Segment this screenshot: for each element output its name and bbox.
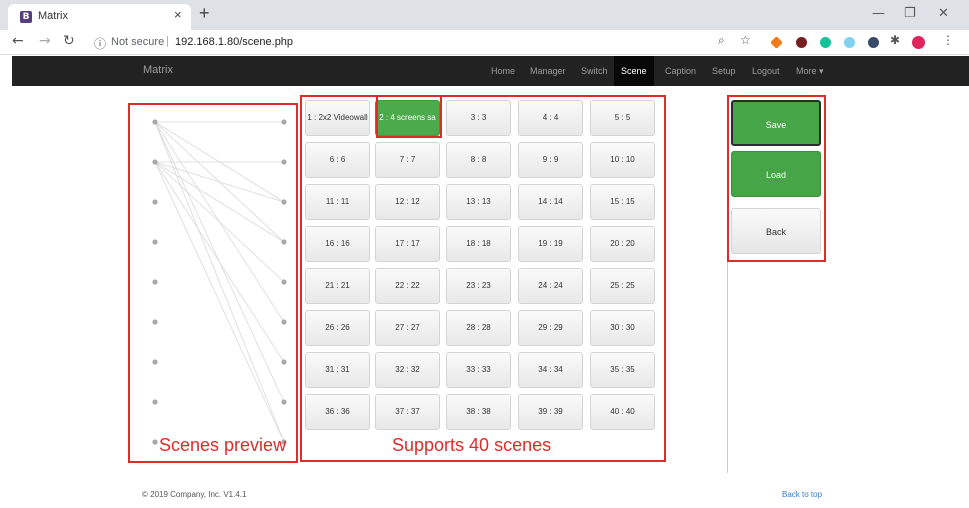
scene-button-27[interactable]: 27 : 27 — [375, 310, 440, 346]
bookmark-star-icon[interactable]: ☆ — [740, 33, 751, 47]
preview-annotation-label: Scenes preview — [159, 435, 287, 455]
scene-button-21[interactable]: 21 : 21 — [305, 268, 370, 304]
tab-title: Matrix — [38, 10, 68, 22]
window-close-icon[interactable]: ✕ — [938, 6, 949, 21]
extension-red-icon[interactable] — [912, 36, 925, 49]
url-field[interactable]: 192.168.1.80/scene.php — [175, 36, 293, 48]
new-tab-icon[interactable]: + — [199, 3, 210, 24]
nav-switch[interactable]: Switch — [574, 56, 615, 86]
scene-button-16[interactable]: 16 : 16 — [305, 226, 370, 262]
bootstrap-favicon-icon: B — [20, 11, 32, 23]
scene-button-26[interactable]: 26 : 26 — [305, 310, 370, 346]
scene-button-23[interactable]: 23 : 23 — [446, 268, 511, 304]
nav-setup[interactable]: Setup — [705, 56, 743, 86]
scene-button-10[interactable]: 10 : 10 — [590, 142, 655, 178]
app-navbar: Matrix Home Manager Switch Scene Caption… — [12, 56, 969, 86]
extension-snowflake-icon[interactable] — [844, 37, 855, 48]
scene-button-11[interactable]: 11 : 11 — [305, 184, 370, 220]
scene-button-36[interactable]: 36 : 36 — [305, 394, 370, 430]
scene-button-7[interactable]: 7 : 7 — [375, 142, 440, 178]
scene-button-5[interactable]: 5 : 5 — [590, 100, 655, 136]
scene-button-39[interactable]: 39 : 39 — [518, 394, 583, 430]
tab-close-icon[interactable]: × — [174, 7, 182, 22]
nav-home[interactable]: Home — [484, 56, 522, 86]
scene-button-3[interactable]: 3 : 3 — [446, 100, 511, 136]
extensions-puzzle-icon[interactable]: ✱ — [890, 33, 900, 47]
scene-button-13[interactable]: 13 : 13 — [446, 184, 511, 220]
info-icon[interactable]: ⓘ — [94, 35, 106, 52]
grid-annotation-label: Supports 40 scenes — [392, 435, 552, 455]
scene-button-4[interactable]: 4 : 4 — [518, 100, 583, 136]
footer-copyright: © 2019 Company, Inc. V1.4.1 — [142, 490, 247, 499]
scene-button-24[interactable]: 24 : 24 — [518, 268, 583, 304]
url-separator: | — [166, 35, 169, 47]
scene-button-1[interactable]: 1 : 2x2 Videowall — [305, 100, 370, 136]
scene-button-17[interactable]: 17 : 17 — [375, 226, 440, 262]
scene-button-18[interactable]: 18 : 18 — [446, 226, 511, 262]
back-arrow-icon[interactable]: ← — [12, 33, 24, 49]
scene-button-35[interactable]: 35 : 35 — [590, 352, 655, 388]
scene-button-38[interactable]: 38 : 38 — [446, 394, 511, 430]
scene-button-32[interactable]: 32 : 32 — [375, 352, 440, 388]
back-to-top-link[interactable]: Back to top — [782, 490, 822, 499]
nav-logout[interactable]: Logout — [745, 56, 787, 86]
nav-manager[interactable]: Manager — [523, 56, 573, 86]
not-secure-label: Not secure — [111, 36, 165, 48]
scene-button-6[interactable]: 6 : 6 — [305, 142, 370, 178]
actions-annotation-box — [727, 95, 826, 262]
scene-button-34[interactable]: 34 : 34 — [518, 352, 583, 388]
scene-button-19[interactable]: 19 : 19 — [518, 226, 583, 262]
forward-arrow-icon[interactable]: → — [39, 33, 51, 49]
scene-button-33[interactable]: 33 : 33 — [446, 352, 511, 388]
scene-button-31[interactable]: 31 : 31 — [305, 352, 370, 388]
selected-scene-annotation-box — [376, 95, 442, 138]
scene-button-22[interactable]: 22 : 22 — [375, 268, 440, 304]
scene-button-8[interactable]: 8 : 8 — [446, 142, 511, 178]
browser-menu-icon[interactable]: ⋮ — [942, 33, 954, 47]
scene-button-40[interactable]: 40 : 40 — [590, 394, 655, 430]
extension-compass-icon[interactable] — [868, 37, 879, 48]
scene-button-28[interactable]: 28 : 28 — [446, 310, 511, 346]
zoom-icon[interactable]: ⌕ — [718, 33, 725, 48]
grammarly-icon[interactable] — [820, 37, 831, 48]
nav-scene[interactable]: Scene — [614, 56, 654, 86]
scene-button-29[interactable]: 29 : 29 — [518, 310, 583, 346]
reload-icon[interactable]: ↻ — [63, 33, 75, 49]
scene-button-37[interactable]: 37 : 37 — [375, 394, 440, 430]
restore-icon[interactable]: ❐ — [904, 6, 916, 21]
scene-button-9[interactable]: 9 : 9 — [518, 142, 583, 178]
browser-tabbar: B Matrix × + — ❐ ✕ — [0, 0, 969, 30]
browser-addressbar: ← → ↻ ⓘ Not secure | 192.168.1.80/scene.… — [0, 30, 969, 55]
scene-button-20[interactable]: 20 : 20 — [590, 226, 655, 262]
minimize-icon[interactable]: — — [872, 6, 885, 21]
scene-button-30[interactable]: 30 : 30 — [590, 310, 655, 346]
extension-orange-icon[interactable] — [770, 36, 783, 49]
nav-more-dropdown[interactable]: More ▾ — [789, 56, 831, 86]
scene-button-14[interactable]: 14 : 14 — [518, 184, 583, 220]
nav-caption[interactable]: Caption — [658, 56, 703, 86]
navbar-brand[interactable]: Matrix — [143, 64, 173, 76]
scene-button-15[interactable]: 15 : 15 — [590, 184, 655, 220]
browser-tab[interactable]: B Matrix × — [8, 4, 191, 30]
scene-button-25[interactable]: 25 : 25 — [590, 268, 655, 304]
scene-button-12[interactable]: 12 : 12 — [375, 184, 440, 220]
extension-dark-icon[interactable] — [796, 37, 807, 48]
preview-annotation-box — [128, 103, 298, 463]
